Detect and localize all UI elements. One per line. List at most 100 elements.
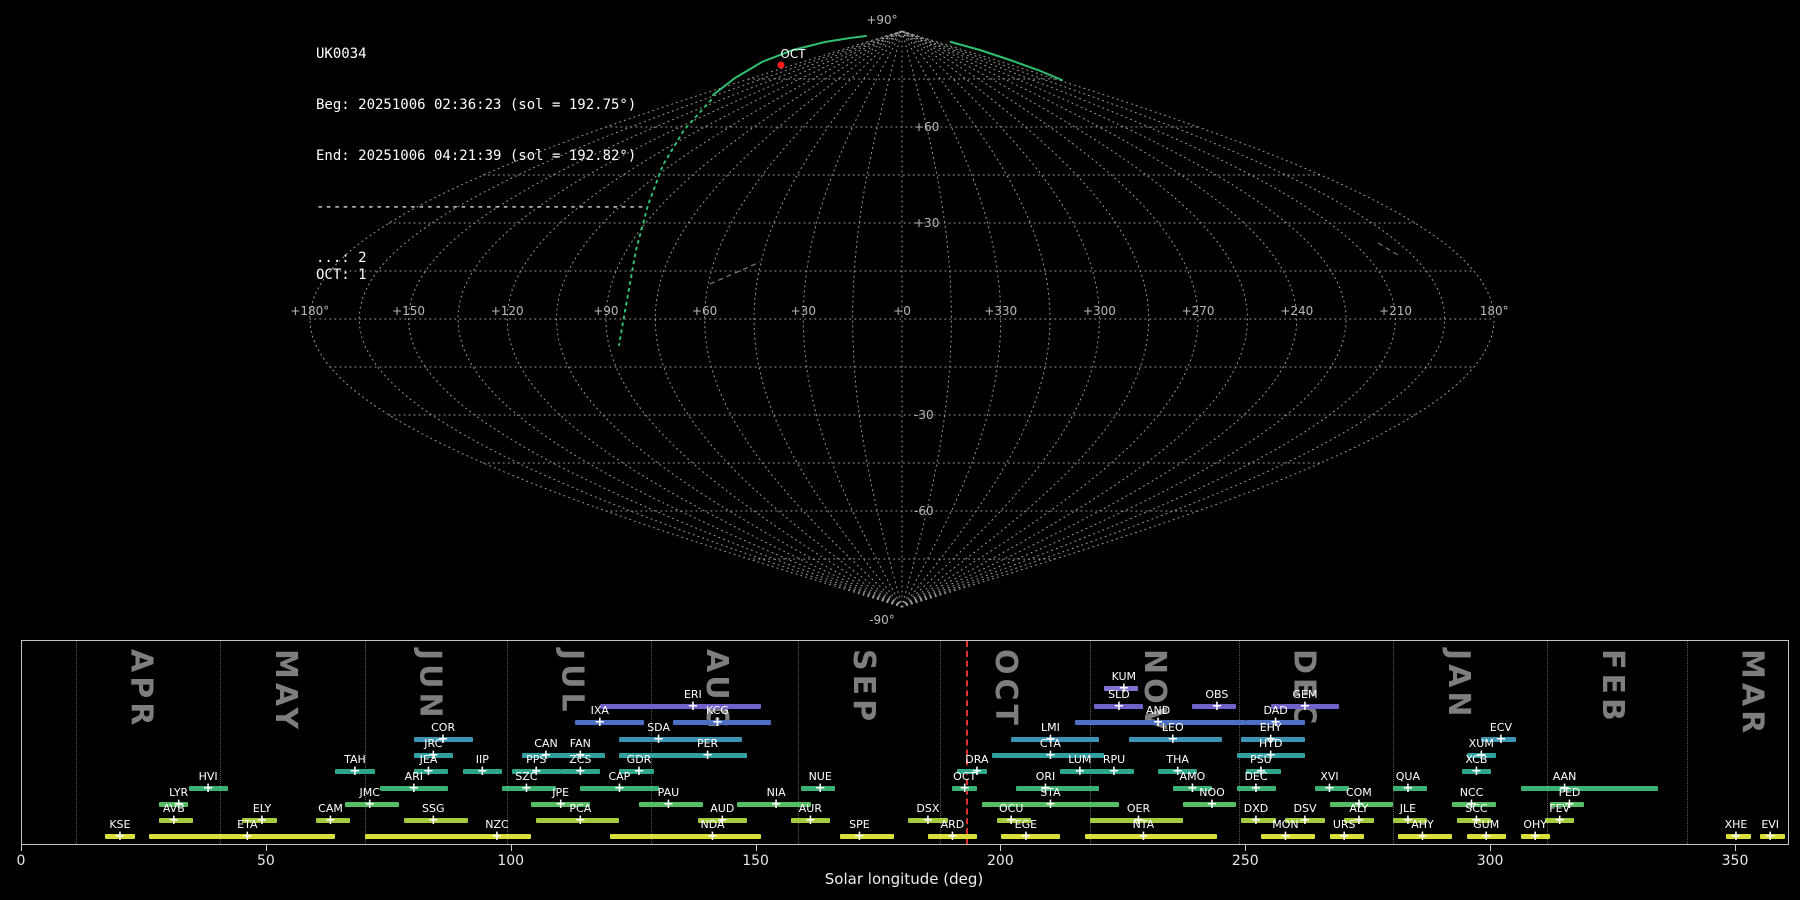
observation-header: UK0034 Beg: 20251006 02:36:23 (sol = 192… xyxy=(316,12,645,318)
lon-label: +330 xyxy=(984,304,1017,318)
shower-peak-marker: + xyxy=(1020,829,1032,844)
shower-peak-marker: + xyxy=(1554,813,1566,828)
month-separator xyxy=(75,641,77,844)
meteor-observation-screen: +180° +150 +120 +90 +60 +30 +0 +330 +300 +270 +240… xyxy=(0,0,1800,900)
shower-bar-NDA xyxy=(609,834,762,839)
current-sol-line xyxy=(966,641,969,844)
shower-peak-marker: + xyxy=(1279,829,1291,844)
shower-peak-marker: + xyxy=(1470,764,1482,779)
shower-bar-SDA xyxy=(619,737,742,742)
shower-peak-marker: + xyxy=(574,764,586,779)
shower-peak-marker: + xyxy=(202,781,214,796)
shower-peak-marker: + xyxy=(804,813,816,828)
month-separator xyxy=(1238,641,1240,844)
month-separator xyxy=(651,641,653,844)
lon-label: 180° xyxy=(1480,304,1509,318)
shower-peak-marker: + xyxy=(1299,813,1311,828)
month-label: JUL xyxy=(554,649,590,716)
month-label: SEP xyxy=(845,649,881,726)
shower-peak-marker: + xyxy=(1137,829,1149,844)
x-tick-mark xyxy=(1735,845,1736,851)
shower-bar-NZC xyxy=(364,834,532,839)
shower-bar-ERI xyxy=(599,704,762,709)
shower-peak-marker: + xyxy=(1211,699,1223,714)
lon-label: +60 xyxy=(692,304,717,318)
divider-line: --------------------------------------- xyxy=(316,199,645,215)
lon-label: +270 xyxy=(1182,304,1215,318)
shower-peak-marker: + xyxy=(1044,748,1056,763)
month-label: JUN xyxy=(412,649,448,722)
month-label: FEB xyxy=(1595,649,1631,725)
shower-peak-marker: + xyxy=(1206,797,1218,812)
shower-peak-marker: + xyxy=(613,781,625,796)
lon-label: +240 xyxy=(1280,304,1313,318)
shower-peak-marker: + xyxy=(770,797,782,812)
shower-peak-marker: + xyxy=(814,781,826,796)
shower-peak-marker: + xyxy=(1299,699,1311,714)
month-separator xyxy=(1687,641,1688,844)
shower-peak-marker: + xyxy=(520,781,532,796)
shower-peak-marker: + xyxy=(946,829,958,844)
shower-peak-marker: + xyxy=(653,732,665,747)
shower-peak-marker: + xyxy=(687,699,699,714)
x-tick-label: 150 xyxy=(742,853,769,869)
x-tick-mark xyxy=(510,845,512,851)
shower-peak-marker: + xyxy=(1113,699,1125,714)
grid-meridian xyxy=(901,30,1446,608)
shower-peak-marker: + xyxy=(1250,781,1262,796)
shower-peak-marker: + xyxy=(1186,781,1198,796)
shower-peak-marker: + xyxy=(1167,732,1179,747)
lat-label: -90° xyxy=(869,613,895,627)
x-tick-label: 200 xyxy=(987,853,1014,869)
shower-peak-marker: + xyxy=(1480,829,1492,844)
shower-peak-marker: + xyxy=(241,829,253,844)
lat-label: +60 xyxy=(914,120,939,134)
shower-bar-NTA xyxy=(1084,834,1217,839)
month-label: APR xyxy=(123,649,159,730)
month-separator xyxy=(940,641,942,844)
x-tick-label: 100 xyxy=(497,853,525,869)
grid-meridian xyxy=(704,30,903,608)
month-separator xyxy=(506,641,508,844)
shower-peak-marker: + xyxy=(325,813,336,828)
x-tick-label: 50 xyxy=(256,853,275,869)
shower-peak-marker: + xyxy=(1402,781,1414,796)
month-label: OCT xyxy=(987,649,1023,729)
shower-peak-marker: + xyxy=(1324,781,1335,796)
shower-peak-marker: + xyxy=(168,813,180,828)
month-label: MAR xyxy=(1734,649,1770,738)
shower-peak-marker: + xyxy=(594,715,606,730)
shower-peak-marker: + xyxy=(922,813,934,828)
shower-peak-marker: + xyxy=(633,764,645,779)
shower-peak-marker: + xyxy=(707,829,718,844)
month-separator xyxy=(364,641,366,844)
radiant-sky-map: +180° +150 +120 +90 +60 +30 +0 +330 +300 +270 +240… xyxy=(290,13,1509,627)
shower-peak-marker: + xyxy=(1764,829,1776,844)
shower-peak-marker: + xyxy=(423,764,434,779)
x-tick-mark xyxy=(1490,845,1492,851)
x-tick-label: 250 xyxy=(1231,853,1259,869)
radiant-marker-label: OCT xyxy=(780,47,806,61)
shower-bar-AAN xyxy=(1520,786,1658,791)
x-tick-mark xyxy=(1245,845,1247,851)
shower-bar-SPE xyxy=(839,834,894,839)
shower-count-list: ...: 2 OCT: 1 xyxy=(316,250,645,284)
shower-peak-marker: + xyxy=(491,829,503,844)
shower-peak-marker: + xyxy=(1108,764,1120,779)
lon-label: +30 xyxy=(791,304,816,318)
shower-peak-marker: + xyxy=(1250,813,1262,828)
month-label: MAY xyxy=(268,649,303,733)
shower-peak-marker: + xyxy=(476,764,488,779)
meteor-trail xyxy=(709,261,761,285)
count-line: OCT: 1 xyxy=(316,267,367,283)
radiant-drift-track xyxy=(712,35,867,96)
shower-peak-marker: + xyxy=(574,813,586,828)
lon-label: +210 xyxy=(1379,304,1412,318)
month-separator xyxy=(1393,641,1395,844)
month-separator xyxy=(1089,641,1091,844)
shower-peak-marker: + xyxy=(662,797,674,812)
shower-peak-marker: + xyxy=(408,781,420,796)
shower-peak-marker: + xyxy=(702,748,714,763)
month-separator xyxy=(220,641,222,844)
shower-peak-marker: + xyxy=(1529,829,1541,844)
